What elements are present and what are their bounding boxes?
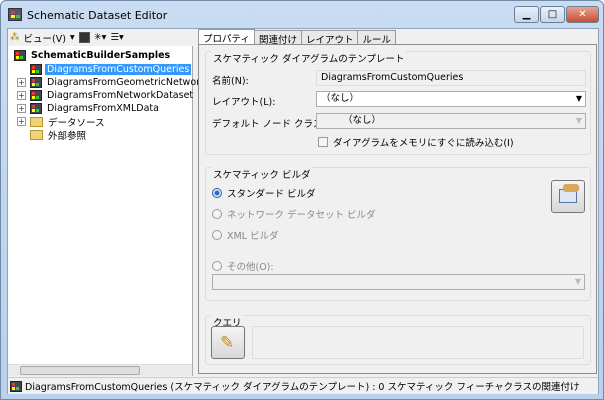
dataset-icon [30,90,42,101]
tree-item[interactable]: DiagramsFromCustomQueries [30,63,192,76]
query-group: クエリ ✎ [205,315,591,365]
radio-button[interactable] [212,261,222,271]
query-field[interactable] [252,326,584,359]
radio-button[interactable] [212,230,222,240]
radio-label: XML ビルダ [227,231,279,242]
properties-page: スケマティック ダイアグラムのテンプレート 名前(N): DiagramsFro… [198,44,597,374]
tab-layout[interactable]: レイアウト [300,30,359,46]
tab-rules[interactable]: ルール [357,30,396,46]
node-class-select[interactable]: （なし） ▼ [316,113,586,129]
radio-other-builder[interactable]: その他(O): [212,259,274,273]
tree-item[interactable]: DiagramsFromXMLData [30,102,161,115]
radio-label: その他(O): [227,262,274,273]
tree-item-label: DiagramsFromXMLData [47,103,159,114]
pencil-icon: ✎ [220,333,235,353]
options-icon[interactable]: ✳▾ [94,32,107,43]
minimize-button[interactable]: ▁ [514,6,539,23]
layout-select[interactable]: （なし） ▼ [316,91,586,107]
client-area: ⁂ ビュー(V) ▾ ✳▾ ☰▾ SchematicBuilderSamples… [7,28,599,394]
view-menu-button[interactable]: ビュー(V) [24,31,66,45]
scroll-thumb[interactable] [20,366,140,375]
tree-item-label: DiagramsFromNetworkDataset [47,90,194,101]
expand-icon[interactable]: + [17,117,26,126]
builder-group-title: スケマティック ビルダ [211,167,313,181]
template-group: スケマティック ダイアグラムのテンプレート 名前(N): DiagramsFro… [205,51,591,155]
dataset-icon [30,64,42,75]
radio-button[interactable] [212,209,222,219]
tab-associations[interactable]: 関連付け [253,30,302,46]
expand-icon[interactable]: + [17,104,26,113]
layout-value: （なし） [321,93,360,104]
view-icon: ⁂ [10,32,20,43]
radio-standard-builder[interactable]: スタンダード ビルダ [212,186,316,200]
builder-properties-button[interactable] [551,180,585,213]
tree-item[interactable]: DiagramsFromGeometricNetwork [30,76,208,89]
tree-item[interactable]: DiagramsFromNetworkDataset [30,89,195,102]
radio-button[interactable] [212,188,222,198]
status-text: DiagramsFromCustomQueries (スケマティック ダイアグラ… [25,382,580,393]
maximize-button[interactable]: □ [540,6,565,23]
tree-item[interactable]: データソース [30,115,107,129]
tree-root-label: SchematicBuilderSamples [31,50,171,61]
tree-item[interactable]: 外部参照 [30,128,88,142]
expand-icon[interactable]: + [17,91,26,100]
close-button[interactable]: ✕ [566,6,599,23]
tree-panel: ⁂ ビュー(V) ▾ ✳▾ ☰▾ SchematicBuilderSamples… [8,29,206,376]
tree-root[interactable]: SchematicBuilderSamples [14,49,172,62]
chevron-down-icon: ▼ [575,116,582,125]
radio-network-builder[interactable]: ネットワーク データセット ビルダ [212,207,376,221]
list-icon[interactable]: ☰▾ [110,32,123,43]
app-icon [8,8,22,21]
dataset-icon [30,77,42,88]
radio-xml-builder[interactable]: XML ビルダ [212,228,279,242]
status-bar: DiagramsFromCustomQueries (スケマティック ダイアグラ… [8,377,598,394]
properties-panel: プロパティ 関連付け レイアウト ルール スケマティック ダイアグラムのテンプレ… [196,29,599,376]
chevron-down-icon: ▼ [575,94,582,103]
load-memory-checkbox[interactable]: ダイアグラムをメモリにすぐに読み込む(I) [318,135,514,149]
load-memory-label: ダイアグラムをメモリにすぐに読み込む(I) [333,138,514,149]
radio-label: ネットワーク データセット ビルダ [227,210,376,221]
tree-item-label: データソース [48,117,105,129]
name-label: 名前(N): [212,76,249,87]
dataset-icon [10,380,22,392]
hand-icon [563,184,579,192]
checkbox-box[interactable] [318,137,328,147]
tree-item-label: DiagramsFromGeometricNetwork [47,77,206,88]
dropdown-icon[interactable]: ▾ [70,32,75,43]
window: Schematic Dataset Editor ▁ □ ✕ ⁂ ビュー(V) … [0,0,604,400]
layout-label: レイアウト(L): [212,97,276,108]
tree-item-label: DiagramsFromCustomQueries [45,64,192,75]
other-builder-select[interactable]: ▼ [212,274,585,290]
node-class-value: （なし） [343,115,382,126]
chevron-down-icon: ▼ [574,277,581,286]
window-title: Schematic Dataset Editor [27,9,168,22]
save-icon[interactable] [78,32,90,43]
tab-properties[interactable]: プロパティ [198,29,255,45]
toolbar: ⁂ ビュー(V) ▾ ✳▾ ☰▾ [8,29,193,46]
dataset-icon [30,103,42,114]
name-field: DiagramsFromCustomQueries [316,70,586,86]
expand-icon[interactable]: + [17,78,26,87]
template-group-title: スケマティック ダイアグラムのテンプレート [211,51,407,65]
tree-item-label: 外部参照 [48,130,87,142]
dataset-icon [14,50,26,61]
folder-icon [30,116,43,127]
builder-group: スケマティック ビルダ スタンダード ビルダ ネットワーク データセット ビルダ… [205,167,591,301]
radio-label: スタンダード ビルダ [227,189,316,200]
tab-bar: プロパティ 関連付け レイアウト ルール [198,29,396,46]
edit-query-button[interactable]: ✎ [211,326,245,359]
folder-icon [30,129,43,140]
horizontal-scrollbar[interactable] [8,364,192,376]
